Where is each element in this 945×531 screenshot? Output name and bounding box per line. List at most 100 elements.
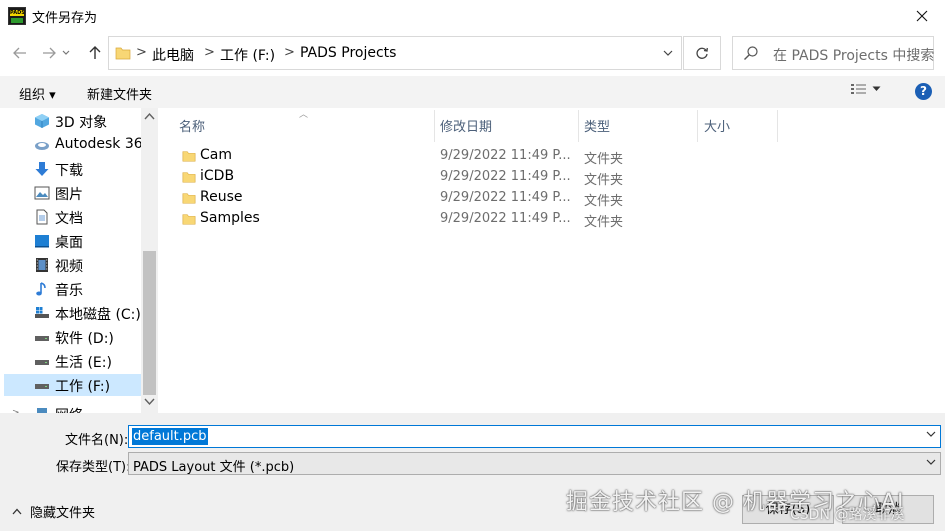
hide-folders-label: 隐藏文件夹 [30,506,96,521]
caret-up-icon [12,508,22,515]
nav-item-label: 3D 对象 [55,115,108,131]
chevron-down-icon [872,86,881,91]
search-box[interactable]: 在 PADS Projects 中搜索 [732,36,934,70]
help-button[interactable]: ? [915,83,932,100]
file-type: 文件夹 [584,152,624,167]
arrow-up-icon [89,46,101,59]
desktop-icon [35,235,49,248]
drive-icon [35,360,49,365]
search-icon [744,46,758,60]
file-row-icdb[interactable]: iCDB 9/29/2022 11:49 P... 文件夹 [180,167,660,188]
nav-item-drive-d[interactable]: 软件 (D:) [4,326,142,348]
network-icon [37,408,47,413]
filetype-label: 保存类型(T): [56,460,131,475]
breadcrumb-separator: > [204,45,215,60]
drive-icon [35,336,49,341]
back-button[interactable] [9,42,31,64]
change-view-button[interactable] [850,82,881,96]
save-form: 文件名(N): default.pcb 保存类型(T): PADS Layout… [0,413,945,531]
filename-value[interactable]: default.pcb [132,428,208,445]
column-header-name[interactable]: 名称 [179,116,205,135]
file-list: ︿ 名称 修改日期 类型 大小 Cam 9/29/2022 11:49 P...… [160,108,945,413]
up-button[interactable] [84,42,106,64]
nav-item-label: 图片 [55,187,83,203]
cube-3d-icon [35,114,49,128]
filetype-select[interactable]: PADS Layout 文件 (*.pcb) [128,452,941,475]
nav-item-label: 下载 [55,163,83,179]
document-icon [36,209,48,225]
column-header-size[interactable]: 大小 [704,116,730,135]
chevron-down-icon [926,459,936,465]
window-title: 文件另存为 [32,11,98,26]
nav-item-drive-e[interactable]: 生活 (E:) [4,350,142,372]
nav-item-music[interactable]: 音乐 [4,278,142,300]
refresh-button[interactable] [683,36,721,70]
recent-locations-button[interactable] [58,42,74,64]
nav-item-label: 网络 [55,405,83,413]
column-header-type[interactable]: 类型 [584,116,610,135]
file-date: 9/29/2022 11:49 P... [440,169,571,184]
scrollbar-thumb[interactable] [143,251,156,395]
nav-item-3d-objects[interactable]: 3D 对象 [4,110,142,132]
command-bar: 组织 ▾ 新建文件夹 ? [0,76,945,108]
file-name: Cam [200,147,232,163]
file-name: Samples [200,210,260,226]
folder-icon [182,172,196,183]
search-input[interactable]: 在 PADS Projects 中搜索 [773,45,934,65]
music-note-icon [36,282,46,296]
chevron-down-icon[interactable] [926,431,936,438]
address-bar[interactable]: > 此电脑 > 工作 (F:) > PADS Projects [108,36,682,70]
file-name: iCDB [200,168,235,184]
nav-item-documents[interactable]: 文档 [4,206,142,228]
nav-pane-scrollbar[interactable] [141,108,158,413]
nav-item-label: 视频 [55,259,83,275]
file-type: 文件夹 [584,194,624,209]
nav-item-label: 工作 (F:) [55,379,111,395]
nav-item-downloads[interactable]: 下载 [4,158,142,180]
autodesk-cloud-icon [35,142,49,150]
file-date: 9/29/2022 11:49 P... [440,190,571,205]
file-row-cam[interactable]: Cam 9/29/2022 11:49 P... 文件夹 [180,146,660,167]
scroll-up-icon[interactable] [144,112,155,120]
watermark-csdn: CSDN @路溪非溪 [790,507,905,523]
nav-item-label: 生活 (E:) [55,355,112,371]
organize-button[interactable]: 组织 ▾ [19,84,56,103]
close-icon [916,10,928,22]
address-dropdown-button[interactable] [663,46,673,61]
nav-item-label: Autodesk 360 [55,136,152,152]
file-date: 9/29/2022 11:49 P... [440,148,571,163]
nav-item-drive-f[interactable]: 工作 (F:) [4,374,142,396]
nav-item-autodesk-360[interactable]: Autodesk 360 [4,134,152,156]
hide-folders-toggle[interactable]: 隐藏文件夹 [12,502,95,521]
sort-ascending-icon: ︿ [299,110,309,120]
nav-item-label: 音乐 [55,283,83,299]
download-arrow-icon [35,162,49,176]
nav-item-desktop[interactable]: 桌面 [4,230,142,252]
nav-item-label: 本地磁盘 (C:) [55,307,141,323]
folder-icon [182,193,196,204]
folder-icon [115,47,131,60]
nav-item-videos[interactable]: 视频 [4,254,142,276]
filename-input[interactable]: default.pcb [128,425,941,448]
navigation-pane: 3D 对象 Autodesk 360 下载 图片 文档 桌面 视频 音乐 本地磁… [0,108,158,413]
column-header-date[interactable]: 修改日期 [440,116,492,135]
file-row-samples[interactable]: Samples 9/29/2022 11:49 P... 文件夹 [180,209,660,230]
chevron-down-icon [62,50,70,55]
breadcrumb-drive-f[interactable]: 工作 (F:) [220,45,275,65]
folder-icon [182,151,196,162]
nav-item-network[interactable]: > 网络 [4,403,142,413]
forward-button[interactable] [38,42,60,64]
arrow-left-icon [13,47,26,59]
filename-label: 文件名(N): [65,433,129,448]
file-row-reuse[interactable]: Reuse 9/29/2022 11:49 P... 文件夹 [180,188,660,209]
file-name: Reuse [200,189,243,205]
scroll-down-icon[interactable] [144,398,155,406]
nav-item-pictures[interactable]: 图片 [4,182,142,204]
breadcrumb-pads-projects[interactable]: PADS Projects [300,45,396,61]
new-folder-button[interactable]: 新建文件夹 [87,84,152,103]
file-type: 文件夹 [584,215,624,230]
breadcrumb-this-pc[interactable]: 此电脑 [152,45,194,65]
nav-item-drive-c[interactable]: 本地磁盘 (C:) [4,302,142,324]
close-button[interactable] [899,0,945,32]
arrow-right-icon [43,47,56,59]
